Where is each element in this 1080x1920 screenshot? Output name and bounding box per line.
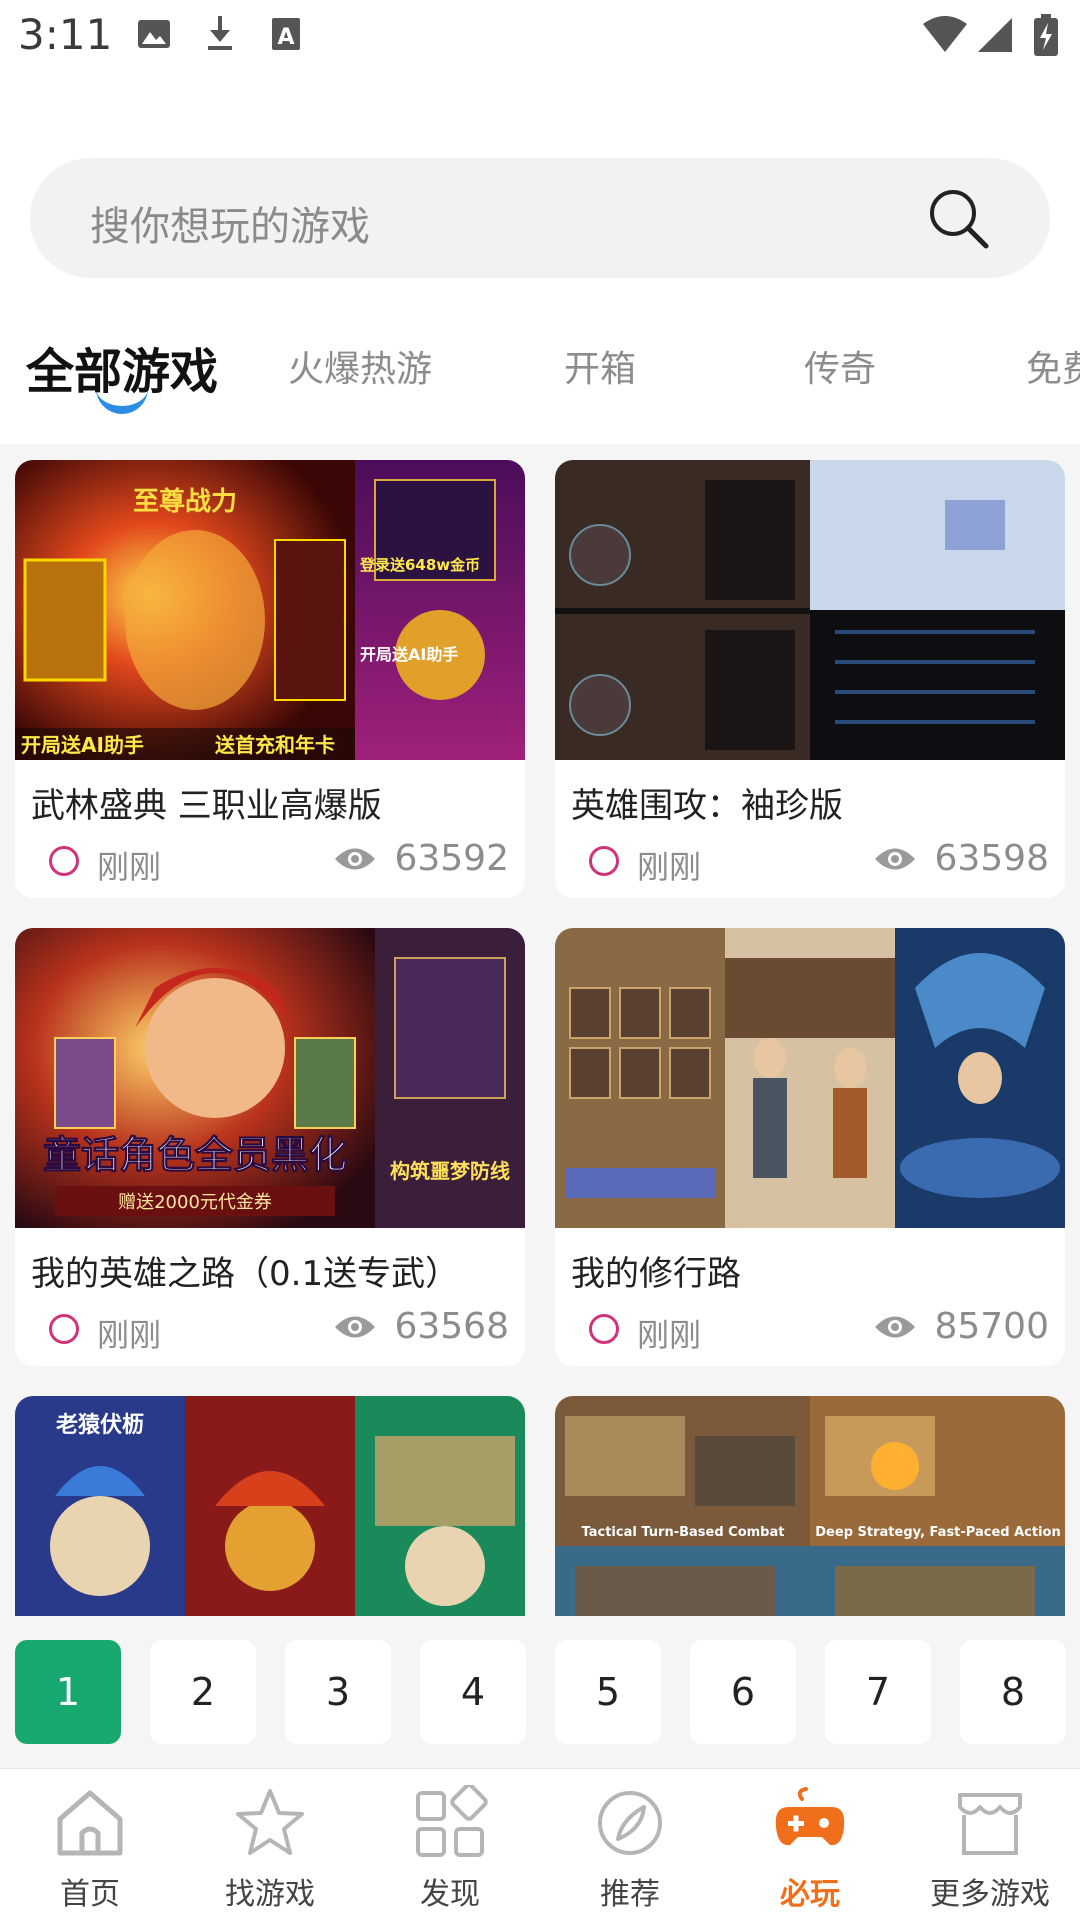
clock-icon (589, 846, 619, 876)
clock-icon (49, 1314, 79, 1344)
page-button-1[interactable]: 1 (15, 1640, 121, 1744)
page-button-5[interactable]: 5 (555, 1640, 661, 1744)
thumb-text: 至尊战力 (133, 486, 237, 517)
tab-legend[interactable]: 传奇 (804, 340, 876, 392)
gamepad-icon (775, 1787, 845, 1846)
tab-all-games[interactable]: 全部游戏 (26, 332, 218, 402)
game-title: 武林盛典 三职业高爆版 (31, 786, 382, 826)
eye-icon (875, 1316, 915, 1338)
thumb-text: 童话角色全员黑化 (43, 1133, 347, 1177)
nav-find-games[interactable]: 找游戏 (180, 1769, 360, 1920)
game-thumbnail (555, 928, 1065, 1228)
game-time: 刚刚 (97, 848, 162, 886)
game-thumbnail: 童话角色全员黑化 赠送2000元代金券 构筑噩梦防线 (15, 928, 525, 1228)
game-title: 我的英雄之路（0.1送专武） (31, 1254, 460, 1294)
download-icon (208, 16, 232, 50)
thumb-text: 构筑噩梦防线 (390, 1159, 510, 1183)
game-thumbnail (555, 460, 1065, 760)
nav-discover[interactable]: 发现 (360, 1769, 540, 1920)
game-views: 63568 (394, 1306, 509, 1347)
game-views: 63592 (394, 838, 509, 879)
nav-label: 发现 (420, 1877, 480, 1912)
nav-more-games[interactable]: 更多游戏 (900, 1769, 1080, 1920)
clock-icon (49, 846, 79, 876)
tab-hot-games[interactable]: 火爆热游 (288, 340, 432, 392)
store-icon (958, 1793, 1022, 1855)
nav-label: 推荐 (600, 1877, 660, 1912)
game-time: 刚刚 (637, 848, 702, 886)
page-button-6[interactable]: 6 (690, 1640, 796, 1744)
nav-recommend[interactable]: 推荐 (540, 1769, 720, 1920)
thumb-text: Tactical Turn-Based Combat (582, 1525, 785, 1540)
wifi-icon (923, 16, 967, 52)
thumb-text: 登录送648w金币 (359, 556, 480, 574)
bottom-nav: 首页 找游戏 发现 推荐 必玩 更多游戏 (0, 1768, 1080, 1920)
game-views: 63598 (934, 838, 1049, 879)
home-icon (57, 1790, 123, 1856)
search-bar[interactable]: 搜你想玩的游戏 (30, 158, 1050, 278)
game-card[interactable]: 老猿伏枥 (15, 1396, 525, 1616)
category-tabs: 全部游戏 火爆热游 开箱 传奇 免费 (0, 330, 1080, 430)
clock-icon (589, 1314, 619, 1344)
eye-icon (335, 1316, 375, 1338)
thumb-text: 开局送AI助手 (21, 733, 144, 757)
eye-icon (875, 848, 915, 870)
pagination: 1 2 3 4 5 6 7 8 (0, 1620, 1080, 1768)
game-card[interactable]: 至尊战力 开局送AI助手 送首充和年卡 登录送648w金币 开局送AI助手 武林… (15, 460, 525, 898)
svg-text:A: A (277, 25, 294, 50)
game-thumbnail: 老猿伏枥 (15, 1396, 525, 1616)
nav-must-play[interactable]: 必玩 (720, 1769, 900, 1920)
tab-unbox[interactable]: 开箱 (564, 340, 636, 392)
search-icon[interactable] (926, 186, 990, 250)
text-a-icon: A (272, 18, 300, 50)
game-card[interactable]: 童话角色全员黑化 赠送2000元代金券 构筑噩梦防线 我的英雄之路（0.1送专武… (15, 928, 525, 1366)
nav-label: 更多游戏 (930, 1877, 1050, 1912)
game-time: 刚刚 (97, 1316, 162, 1354)
game-time: 刚刚 (637, 1316, 702, 1354)
page-button-8[interactable]: 8 (960, 1640, 1066, 1744)
status-bar: 3:11 A (0, 0, 1080, 72)
thumb-text: 开局送AI助手 (360, 645, 458, 664)
game-card[interactable]: Tactical Turn-Based Combat Deep Strategy… (555, 1396, 1065, 1616)
thumb-text: Deep Strategy, Fast-Paced Action (815, 1525, 1060, 1540)
nav-label: 首页 (60, 1877, 120, 1912)
page-button-7[interactable]: 7 (825, 1640, 931, 1744)
grid-icon (416, 1785, 488, 1857)
page-button-2[interactable]: 2 (150, 1640, 256, 1744)
thumb-text: 送首充和年卡 (215, 733, 335, 757)
thumb-text: 赠送2000元代金券 (118, 1192, 272, 1213)
nav-home[interactable]: 首页 (0, 1769, 180, 1920)
screen: 3:11 A 搜你想玩的游戏 全部游戏 火爆热游 开箱 传奇 免 至尊战力 开局… (0, 0, 1080, 1920)
tab-free[interactable]: 免费 (1026, 340, 1080, 392)
thumb-text: 老猿伏枥 (55, 1412, 144, 1438)
game-views: 85700 (934, 1306, 1049, 1347)
page-button-4[interactable]: 4 (420, 1640, 526, 1744)
game-thumbnail: Tactical Turn-Based Combat Deep Strategy… (555, 1396, 1065, 1616)
compass-icon (598, 1791, 662, 1855)
game-title: 我的修行路 (571, 1254, 741, 1294)
battery-icon (1034, 14, 1058, 56)
eye-icon (335, 848, 375, 870)
game-card[interactable]: 英雄围攻：袖珍版 刚刚 63598 (555, 460, 1065, 898)
game-title: 英雄围攻：袖珍版 (571, 786, 843, 826)
nav-label: 必玩 (780, 1877, 840, 1912)
game-thumbnail: 至尊战力 开局送AI助手 送首充和年卡 登录送648w金币 开局送AI助手 (15, 460, 525, 760)
image-icon (138, 20, 170, 48)
nav-label: 找游戏 (225, 1877, 315, 1912)
page-button-3[interactable]: 3 (285, 1640, 391, 1744)
signal-icon (978, 18, 1012, 52)
star-icon (236, 1789, 304, 1855)
search-placeholder: 搜你想玩的游戏 (90, 204, 370, 250)
status-time: 3:11 (18, 10, 113, 59)
game-card[interactable]: 我的修行路 刚刚 85700 (555, 928, 1065, 1366)
